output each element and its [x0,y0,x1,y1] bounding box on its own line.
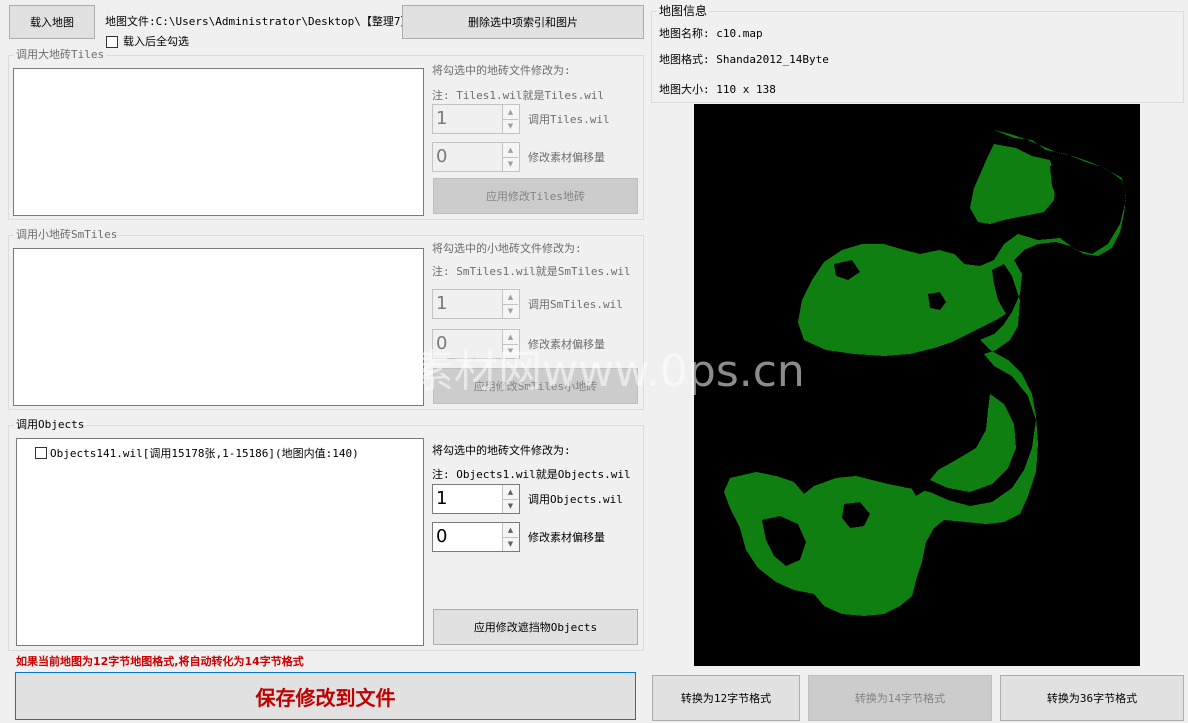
tiles-number-caption: 调用Tiles.wil [528,113,610,126]
convert-36byte-button[interactable]: 转换为36字节格式 [1000,675,1184,721]
stepper-up-icon[interactable]: ▲ [503,105,518,120]
stepper-down-icon[interactable]: ▼ [503,344,518,358]
stepper-down-icon[interactable]: ▼ [503,157,518,171]
check-all-label: 载入后全勾选 [123,35,189,48]
tiles-number-stepper[interactable]: 1 ▲ ▼ [432,104,520,134]
smtiles-list[interactable] [13,248,424,406]
smtiles-note-label: 注: SmTiles1.wil就是SmTiles.wil [432,265,631,278]
objects-number-caption: 调用Objects.wil [528,493,623,506]
stepper-up-icon[interactable]: ▲ [503,143,518,158]
map-name-row: 地图名称: c10.map [659,27,763,41]
objects-offset-value: 0 [436,526,448,547]
objects-offset-stepper[interactable]: 0 ▲ ▼ [432,522,520,552]
stepper-down-icon[interactable]: ▼ [503,119,518,133]
objects-change-to-label: 将勾选中的地砖文件修改为: [432,444,571,457]
stepper-down-icon[interactable]: ▼ [503,537,518,551]
delete-selected-button[interactable]: 删除选中项索引和图片 [402,5,644,39]
map-preview-image [724,130,1126,616]
tiles-offset-stepper[interactable]: 0 ▲ ▼ [432,142,520,172]
stepper-down-icon[interactable]: ▼ [503,304,518,318]
smtiles-number-stepper[interactable]: 1 ▲ ▼ [432,289,520,319]
check-all-checkbox[interactable] [106,36,118,48]
smtiles-number-value: 1 [436,293,448,314]
smtiles-offset-caption: 修改素材偏移量 [528,338,605,351]
objects-offset-caption: 修改素材偏移量 [528,531,605,544]
load-map-button[interactable]: 载入地图 [9,5,95,39]
list-item-label: Objects141.wil[调用15178张,1-15186](地图内值:14… [50,447,359,460]
format-warning-text: 如果当前地图为12字节地图格式,将自动转化为14字节格式 [16,655,304,668]
smtiles-offset-stepper[interactable]: 0 ▲ ▼ [432,329,520,359]
smtiles-number-caption: 调用SmTiles.wil [528,298,623,311]
stepper-up-icon[interactable]: ▲ [503,485,518,500]
map-preview[interactable] [694,104,1140,666]
tiles-note-label: 注: Tiles1.wil就是Tiles.wil [432,89,605,102]
map-size-value: 110 x 138 [716,83,776,96]
stepper-up-icon[interactable]: ▲ [503,290,518,305]
apply-tiles-button[interactable]: 应用修改Tiles地砖 [433,178,638,214]
objects-number-stepper[interactable]: 1 ▲ ▼ [432,484,520,514]
list-item-checkbox[interactable] [35,447,47,459]
stepper-up-icon[interactable]: ▲ [503,330,518,345]
tiles-offset-caption: 修改素材偏移量 [528,151,605,164]
tiles-number-value: 1 [436,108,448,129]
objects-number-value: 1 [436,488,448,509]
convert-14byte-button[interactable]: 转换为14字节格式 [808,675,992,721]
map-size-label: 地图大小: [659,83,710,96]
convert-12byte-button[interactable]: 转换为12字节格式 [652,675,800,721]
map-format-value: Shanda2012_14Byte [716,53,829,66]
smtiles-offset-value: 0 [436,333,448,354]
map-format-row: 地图格式: Shanda2012_14Byte [659,53,829,67]
apply-objects-button[interactable]: 应用修改遮挡物Objects [433,609,638,645]
map-terrain-shape [930,394,1016,492]
list-item[interactable]: Objects141.wil[调用15178张,1-15186](地图内值:14… [35,446,359,460]
map-terrain-hole [1050,164,1104,216]
apply-smtiles-button[interactable]: 应用修改SmTiles小地砖 [433,368,638,404]
map-file-path: 地图文件:C:\Users\Administrator\Desktop\【整理7… [105,15,419,28]
stepper-down-icon[interactable]: ▼ [503,499,518,513]
tiles-list[interactable] [13,68,424,216]
save-to-file-button[interactable]: 保存修改到文件 [15,672,636,720]
tiles-offset-value: 0 [436,146,448,167]
map-size-row: 地图大小: 110 x 138 [659,83,776,97]
tiles-change-to-label: 将勾选中的地砖文件修改为: [432,64,571,77]
tiles-group-title: 调用大地砖Tiles [14,48,107,62]
map-format-label: 地图格式: [659,53,710,66]
stepper-up-icon[interactable]: ▲ [503,523,518,538]
map-terrain-shape [970,144,1056,224]
objects-note-label: 注: Objects1.wil就是Objects.wil [432,468,631,481]
objects-list[interactable]: Objects141.wil[调用15178张,1-15186](地图内值:14… [16,438,424,646]
map-name-label: 地图名称: [659,27,710,40]
smtiles-change-to-label: 将勾选中的小地砖文件修改为: [432,242,582,255]
map-name-value: c10.map [716,27,763,40]
map-info-title: 地图信息 [657,4,710,18]
objects-group-title: 调用Objects [14,418,87,432]
smtiles-group-title: 调用小地砖SmTiles [14,228,120,242]
